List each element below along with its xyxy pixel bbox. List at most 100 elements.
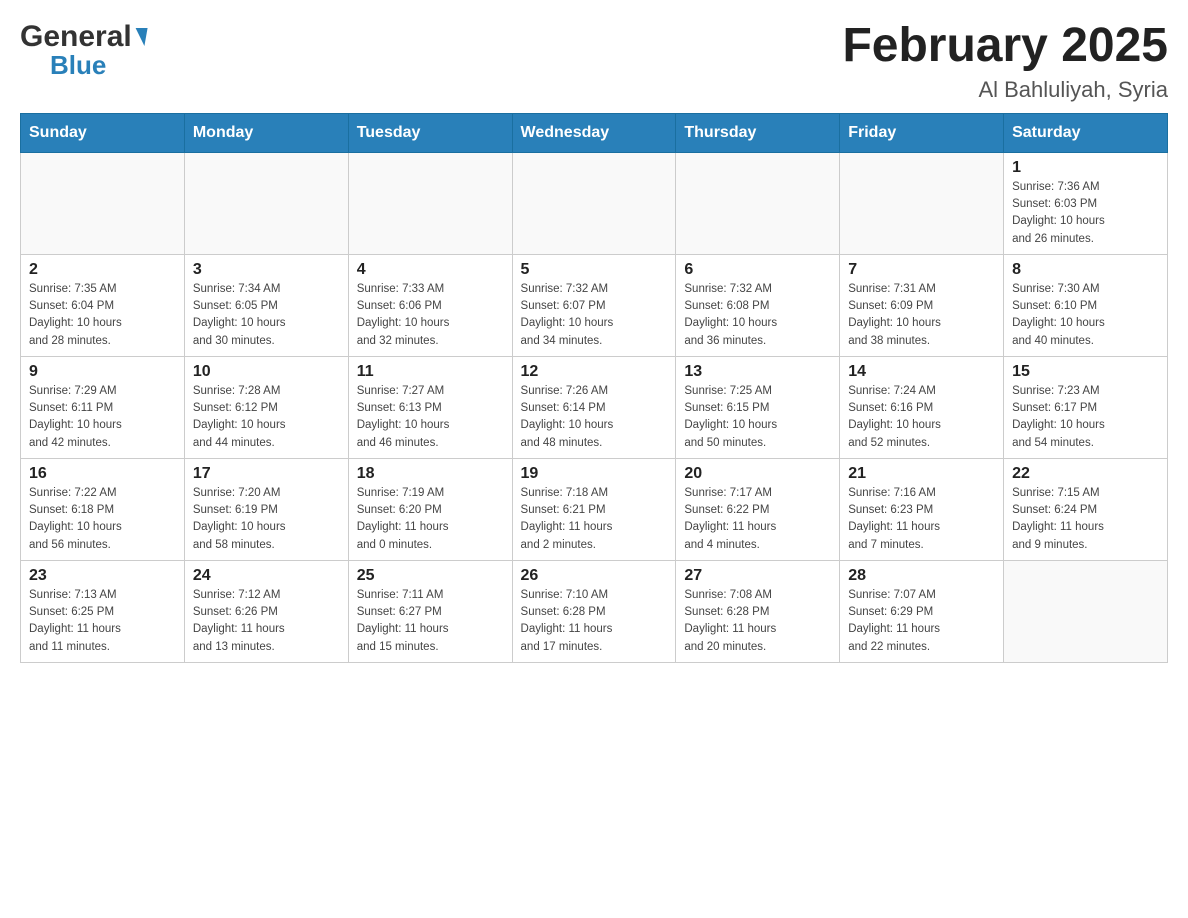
day-info: Sunrise: 7:24 AM Sunset: 6:16 PM Dayligh…: [848, 383, 995, 452]
calendar-cell: 20Sunrise: 7:17 AM Sunset: 6:22 PM Dayli…: [676, 458, 840, 560]
calendar-cell: 26 Sunrise: 7:10 AM Sunset: 6:28 PM Dayli…: [512, 560, 676, 662]
day-info: Sunrise: 7:22 AM Sunset: 6:18 PM Dayligh…: [29, 485, 176, 554]
calendar-cell: 11Sunrise: 7:27 AM Sunset: 6:13 PM Dayli…: [348, 356, 512, 458]
header: General Blue February 2025 Al Bahluliyah…: [20, 20, 1168, 103]
calendar: SundayMondayTuesdayWednesdayThursdayFrid…: [20, 113, 1168, 663]
day-number: 28: [848, 567, 995, 585]
calendar-cell: 3 Sunrise: 7:34 AM Sunset: 6:05 PM Daylig…: [184, 254, 348, 356]
calendar-cell: 6 Sunrise: 7:32 AM Sunset: 6:08 PM Daylig…: [676, 254, 840, 356]
day-number: 25: [357, 567, 504, 585]
calendar-cell: [676, 152, 840, 254]
day-number: 22: [1012, 465, 1159, 483]
calendar-cell: 8 Sunrise: 7:30 AM Sunset: 6:10 PM Daylig…: [1004, 254, 1168, 356]
day-number: 26: [521, 567, 668, 585]
calendar-header-friday: Friday: [840, 113, 1004, 152]
day-number: 23: [29, 567, 176, 585]
logo-general-text: General: [20, 20, 132, 54]
location-title: Al Bahluliyah, Syria: [842, 77, 1168, 103]
calendar-cell: 2 Sunrise: 7:35 AM Sunset: 6:04 PM Daylig…: [21, 254, 185, 356]
calendar-header-monday: Monday: [184, 113, 348, 152]
calendar-header-row: SundayMondayTuesdayWednesdayThursdayFrid…: [21, 113, 1168, 152]
calendar-cell: [840, 152, 1004, 254]
calendar-cell: 12Sunrise: 7:26 AM Sunset: 6:14 PM Dayli…: [512, 356, 676, 458]
day-number: 7: [848, 261, 995, 279]
day-number: 17: [193, 465, 340, 483]
calendar-cell: 4 Sunrise: 7:33 AM Sunset: 6:06 PM Daylig…: [348, 254, 512, 356]
week-row-2: 2 Sunrise: 7:35 AM Sunset: 6:04 PM Daylig…: [21, 254, 1168, 356]
logo-blue-text: Blue: [50, 50, 106, 81]
day-number: 9: [29, 363, 176, 381]
calendar-cell: 27 Sunrise: 7:08 AM Sunset: 6:28 PM Dayli…: [676, 560, 840, 662]
day-info: Sunrise: 7:15 AM Sunset: 6:24 PM Dayligh…: [1012, 485, 1159, 554]
day-info: Sunrise: 7:19 AM Sunset: 6:20 PM Dayligh…: [357, 485, 504, 554]
day-info: Sunrise: 7:16 AM Sunset: 6:23 PM Dayligh…: [848, 485, 995, 554]
calendar-header-saturday: Saturday: [1004, 113, 1168, 152]
day-number: 24: [193, 567, 340, 585]
day-info: Sunrise: 7:34 AM Sunset: 6:05 PM Dayligh…: [193, 281, 340, 350]
day-number: 21: [848, 465, 995, 483]
day-info: Sunrise: 7:11 AM Sunset: 6:27 PM Dayligh…: [357, 587, 504, 656]
calendar-cell: 25 Sunrise: 7:11 AM Sunset: 6:27 PM Dayli…: [348, 560, 512, 662]
calendar-header-tuesday: Tuesday: [348, 113, 512, 152]
calendar-cell: 23Sunrise: 7:13 AM Sunset: 6:25 PM Dayli…: [21, 560, 185, 662]
calendar-cell: 5 Sunrise: 7:32 AM Sunset: 6:07 PM Daylig…: [512, 254, 676, 356]
day-info: Sunrise: 7:29 AM Sunset: 6:11 PM Dayligh…: [29, 383, 176, 452]
day-info: Sunrise: 7:07 AM Sunset: 6:29 PM Dayligh…: [848, 587, 995, 656]
day-number: 3: [193, 261, 340, 279]
day-number: 8: [1012, 261, 1159, 279]
day-info: Sunrise: 7:35 AM Sunset: 6:04 PM Dayligh…: [29, 281, 176, 350]
day-number: 19: [521, 465, 668, 483]
day-info: Sunrise: 7:08 AM Sunset: 6:28 PM Dayligh…: [684, 587, 831, 656]
calendar-cell: 28 Sunrise: 7:07 AM Sunset: 6:29 PM Dayli…: [840, 560, 1004, 662]
calendar-cell: 24 Sunrise: 7:12 AM Sunset: 6:26 PM Dayli…: [184, 560, 348, 662]
calendar-header-wednesday: Wednesday: [512, 113, 676, 152]
week-row-4: 16Sunrise: 7:22 AM Sunset: 6:18 PM Dayli…: [21, 458, 1168, 560]
calendar-cell: 22 Sunrise: 7:15 AM Sunset: 6:24 PM Dayli…: [1004, 458, 1168, 560]
day-info: Sunrise: 7:23 AM Sunset: 6:17 PM Dayligh…: [1012, 383, 1159, 452]
calendar-cell: 17 Sunrise: 7:20 AM Sunset: 6:19 PM Dayli…: [184, 458, 348, 560]
calendar-cell: 21 Sunrise: 7:16 AM Sunset: 6:23 PM Dayli…: [840, 458, 1004, 560]
day-info: Sunrise: 7:32 AM Sunset: 6:08 PM Dayligh…: [684, 281, 831, 350]
day-info: Sunrise: 7:36 AM Sunset: 6:03 PM Dayligh…: [1012, 179, 1159, 248]
day-number: 5: [521, 261, 668, 279]
day-number: 6: [684, 261, 831, 279]
calendar-cell: 9 Sunrise: 7:29 AM Sunset: 6:11 PM Daylig…: [21, 356, 185, 458]
week-row-1: 1Sunrise: 7:36 AM Sunset: 6:03 PM Daylig…: [21, 152, 1168, 254]
day-info: Sunrise: 7:26 AM Sunset: 6:14 PM Dayligh…: [521, 383, 668, 452]
logo-arrow-icon: [132, 28, 147, 46]
calendar-cell: 10Sunrise: 7:28 AM Sunset: 6:12 PM Dayli…: [184, 356, 348, 458]
day-info: Sunrise: 7:20 AM Sunset: 6:19 PM Dayligh…: [193, 485, 340, 554]
day-info: Sunrise: 7:25 AM Sunset: 6:15 PM Dayligh…: [684, 383, 831, 452]
day-info: Sunrise: 7:31 AM Sunset: 6:09 PM Dayligh…: [848, 281, 995, 350]
calendar-cell: 16Sunrise: 7:22 AM Sunset: 6:18 PM Dayli…: [21, 458, 185, 560]
day-info: Sunrise: 7:30 AM Sunset: 6:10 PM Dayligh…: [1012, 281, 1159, 350]
day-info: Sunrise: 7:10 AM Sunset: 6:28 PM Dayligh…: [521, 587, 668, 656]
day-number: 18: [357, 465, 504, 483]
calendar-cell: [184, 152, 348, 254]
calendar-header-thursday: Thursday: [676, 113, 840, 152]
day-number: 13: [684, 363, 831, 381]
day-info: Sunrise: 7:32 AM Sunset: 6:07 PM Dayligh…: [521, 281, 668, 350]
calendar-cell: 14 Sunrise: 7:24 AM Sunset: 6:16 PM Dayli…: [840, 356, 1004, 458]
day-info: Sunrise: 7:17 AM Sunset: 6:22 PM Dayligh…: [684, 485, 831, 554]
day-number: 27: [684, 567, 831, 585]
day-info: Sunrise: 7:12 AM Sunset: 6:26 PM Dayligh…: [193, 587, 340, 656]
day-number: 4: [357, 261, 504, 279]
month-title: February 2025: [842, 20, 1168, 73]
day-info: Sunrise: 7:28 AM Sunset: 6:12 PM Dayligh…: [193, 383, 340, 452]
calendar-cell: 15Sunrise: 7:23 AM Sunset: 6:17 PM Dayli…: [1004, 356, 1168, 458]
calendar-cell: 7 Sunrise: 7:31 AM Sunset: 6:09 PM Daylig…: [840, 254, 1004, 356]
logo: General Blue: [20, 20, 146, 81]
calendar-header-sunday: Sunday: [21, 113, 185, 152]
day-info: Sunrise: 7:33 AM Sunset: 6:06 PM Dayligh…: [357, 281, 504, 350]
calendar-cell: 1Sunrise: 7:36 AM Sunset: 6:03 PM Daylig…: [1004, 152, 1168, 254]
day-number: 14: [848, 363, 995, 381]
week-row-3: 9 Sunrise: 7:29 AM Sunset: 6:11 PM Daylig…: [21, 356, 1168, 458]
day-info: Sunrise: 7:18 AM Sunset: 6:21 PM Dayligh…: [521, 485, 668, 554]
calendar-cell: [348, 152, 512, 254]
calendar-cell: 13 Sunrise: 7:25 AM Sunset: 6:15 PM Dayli…: [676, 356, 840, 458]
calendar-cell: 19 Sunrise: 7:18 AM Sunset: 6:21 PM Dayli…: [512, 458, 676, 560]
calendar-cell: 18 Sunrise: 7:19 AM Sunset: 6:20 PM Dayli…: [348, 458, 512, 560]
calendar-cell: [512, 152, 676, 254]
day-number: 2: [29, 261, 176, 279]
